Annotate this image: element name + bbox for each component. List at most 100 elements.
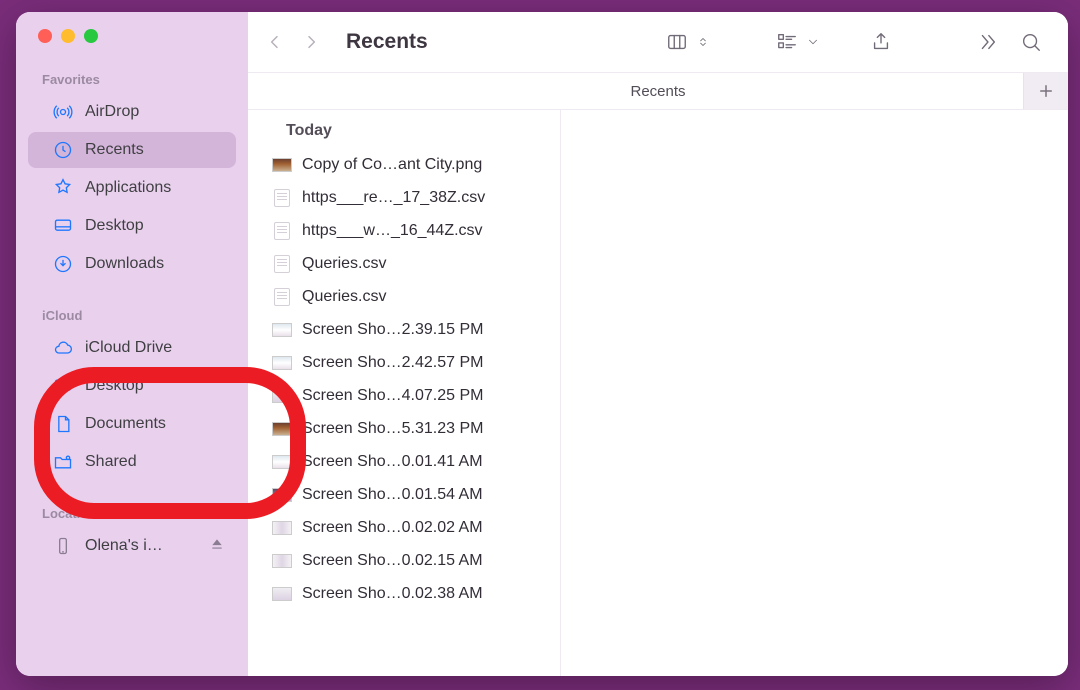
updown-icon [696,28,710,56]
sidebar-item-label: Olena's i… [85,537,163,555]
file-thumbnail-icon [272,190,292,206]
file-name: Screen Sho…4.07.25 PM [302,387,550,405]
sidebar-item-shared[interactable]: Shared [28,444,236,480]
file-thumbnail-icon [272,355,292,371]
sidebar-item-label: Recents [85,141,144,159]
finder-window: Favorites AirDrop Recents Applications D… [16,12,1068,676]
chevron-down-icon [806,28,820,56]
file-name: Screen Sho…0.02.02 AM [302,519,550,537]
desktop-icon [52,375,74,397]
file-name: https___re…_17_38Z.csv [302,189,550,207]
file-thumbnail-icon [272,487,292,503]
file-column[interactable]: Today Copy of Co…ant City.png https___re…… [248,110,561,676]
back-button[interactable] [264,31,286,53]
file-thumbnail-icon [272,256,292,272]
columns-icon [662,28,692,56]
cloud-icon [52,337,74,359]
file-name: Queries.csv [302,255,550,273]
shared-folder-icon [52,451,74,473]
file-row[interactable]: Screen Sho…5.31.23 PM [248,412,560,445]
file-row[interactable]: Screen Sho…2.42.57 PM [248,346,560,379]
sidebar-section-icloud: iCloud [16,283,248,329]
file-thumbnail-icon [272,520,292,536]
minimize-window-button[interactable] [61,29,75,43]
sidebar-item-label: Downloads [85,255,164,273]
iphone-icon [52,535,74,557]
file-thumbnail-icon [272,223,292,239]
sidebar-item-downloads[interactable]: Downloads [28,246,236,282]
file-thumbnail-icon [272,553,292,569]
file-thumbnail-icon [272,421,292,437]
file-thumbnail-icon [272,388,292,404]
file-row[interactable]: Screen Sho…0.02.02 AM [248,511,560,544]
sidebar-item-label: Shared [85,453,137,471]
path-title: Recents [630,83,685,100]
preview-column [561,110,1068,676]
file-thumbnail-icon [272,289,292,305]
file-name: Screen Sho…0.02.15 AM [302,552,550,570]
downloads-icon [52,253,74,275]
file-name: Screen Sho…0.01.41 AM [302,453,550,471]
path-bar: Recents [248,72,1068,109]
main-area: Recents Recents Today Copy of [248,12,1068,676]
file-thumbnail-icon [272,454,292,470]
file-row[interactable]: Screen Sho…0.02.15 AM [248,544,560,577]
sidebar-item-airdrop[interactable]: AirDrop [28,94,236,130]
file-name: Screen Sho…0.02.38 AM [302,585,550,603]
window-title: Recents [346,30,428,54]
group-header-today: Today [248,110,560,148]
file-name: https___w…_16_44Z.csv [302,222,550,240]
sidebar-item-label: Desktop [85,377,144,395]
desktop-icon [52,215,74,237]
file-row[interactable]: Screen Sho…0.01.41 AM [248,445,560,478]
file-row[interactable]: Screen Sho…2.39.15 PM [248,313,560,346]
sidebar-item-label: iCloud Drive [85,339,172,357]
sidebar-section-favorites: Favorites [16,47,248,93]
file-row[interactable]: Copy of Co…ant City.png [248,148,560,181]
sidebar-item-icloud-drive[interactable]: iCloud Drive [28,330,236,366]
clock-icon [52,139,74,161]
zoom-window-button[interactable] [84,29,98,43]
document-icon [52,413,74,435]
group-icon [772,28,802,56]
sidebar-item-label: AirDrop [85,103,139,121]
sidebar-section-locations: Locations [16,481,248,527]
group-by-button[interactable] [772,28,820,56]
window-controls [16,12,248,47]
sidebar-item-documents[interactable]: Documents [28,406,236,442]
file-row[interactable]: Screen Sho…0.02.38 AM [248,577,560,610]
file-thumbnail-icon [272,157,292,173]
file-row[interactable]: https___re…_17_38Z.csv [248,181,560,214]
sidebar-item-label: Documents [85,415,166,433]
file-name: Screen Sho…5.31.23 PM [302,420,550,438]
file-name: Screen Sho…2.42.57 PM [302,354,550,372]
sidebar-item-icloud-desktop[interactable]: Desktop [28,368,236,404]
file-name: Queries.csv [302,288,550,306]
file-thumbnail-icon [272,586,292,602]
search-button[interactable] [1016,28,1046,56]
view-columns-button[interactable] [662,28,710,56]
applications-icon [52,177,74,199]
sidebar-item-label: Applications [85,179,171,197]
sidebar-item-label: Desktop [85,217,144,235]
sidebar-item-device[interactable]: Olena's i… [28,528,236,564]
file-row[interactable]: https___w…_16_44Z.csv [248,214,560,247]
file-row[interactable]: Queries.csv [248,247,560,280]
file-name: Copy of Co…ant City.png [302,156,550,174]
content-area: Today Copy of Co…ant City.png https___re…… [248,109,1068,676]
sidebar-item-recents[interactable]: Recents [28,132,236,168]
file-name: Screen Sho…2.39.15 PM [302,321,550,339]
forward-button[interactable] [300,31,322,53]
share-button[interactable] [866,28,896,56]
eject-icon[interactable] [210,537,224,556]
add-tab-button[interactable] [1023,73,1068,109]
file-row[interactable]: Screen Sho…4.07.25 PM [248,379,560,412]
close-window-button[interactable] [38,29,52,43]
sidebar-item-desktop[interactable]: Desktop [28,208,236,244]
sidebar-item-applications[interactable]: Applications [28,170,236,206]
file-name: Screen Sho…0.01.54 AM [302,486,550,504]
airdrop-icon [52,101,74,123]
file-row[interactable]: Screen Sho…0.01.54 AM [248,478,560,511]
file-row[interactable]: Queries.csv [248,280,560,313]
overflow-button[interactable] [972,28,1002,56]
